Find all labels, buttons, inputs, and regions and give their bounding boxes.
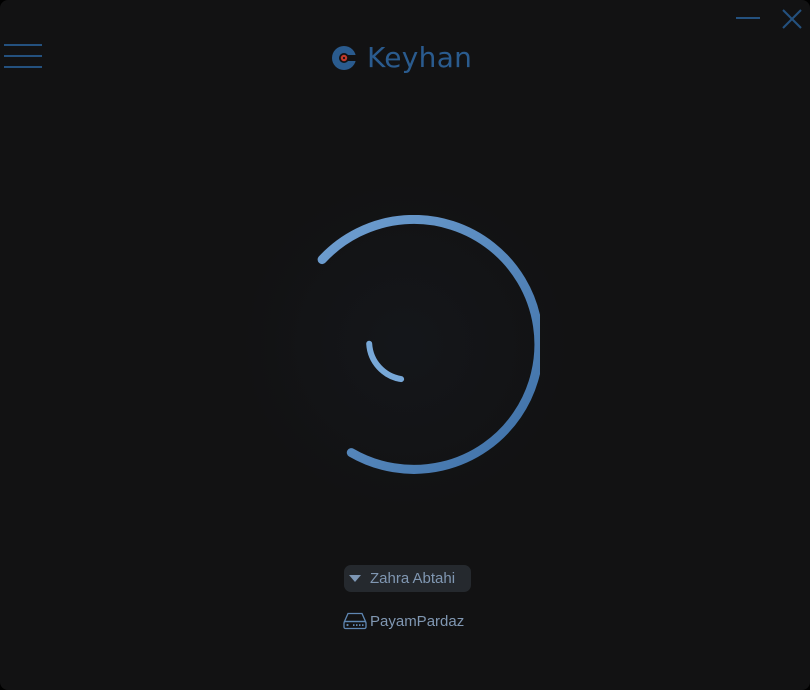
menu-bar-top [4,44,42,46]
keyhan-logo-icon [332,46,357,70]
app-title: Keyhan [367,41,473,74]
minimize-icon [736,17,760,19]
user-name-label: Zahra Abtahi [370,570,456,587]
close-button[interactable] [779,6,805,32]
spinner-inner-arc [366,340,405,383]
caret-down-icon [349,575,361,582]
device-indicator: PayamPardaz [343,611,464,631]
device-name-label: PayamPardaz [370,612,465,630]
app-brand: Keyhan [330,40,472,76]
loading-spinner [317,215,540,474]
menu-bar-middle [4,55,42,57]
hamburger-menu-button[interactable] [4,44,42,70]
spinner-outer-arc [317,215,540,474]
close-icon [782,9,802,29]
menu-bar-bottom [4,66,42,68]
user-account-dropdown[interactable]: Zahra Abtahi [344,565,471,592]
network-device-icon [343,612,367,630]
app-window: Keyhan Zahra Abtahi PayamPardaz [0,0,810,690]
minimize-button[interactable] [735,6,761,32]
